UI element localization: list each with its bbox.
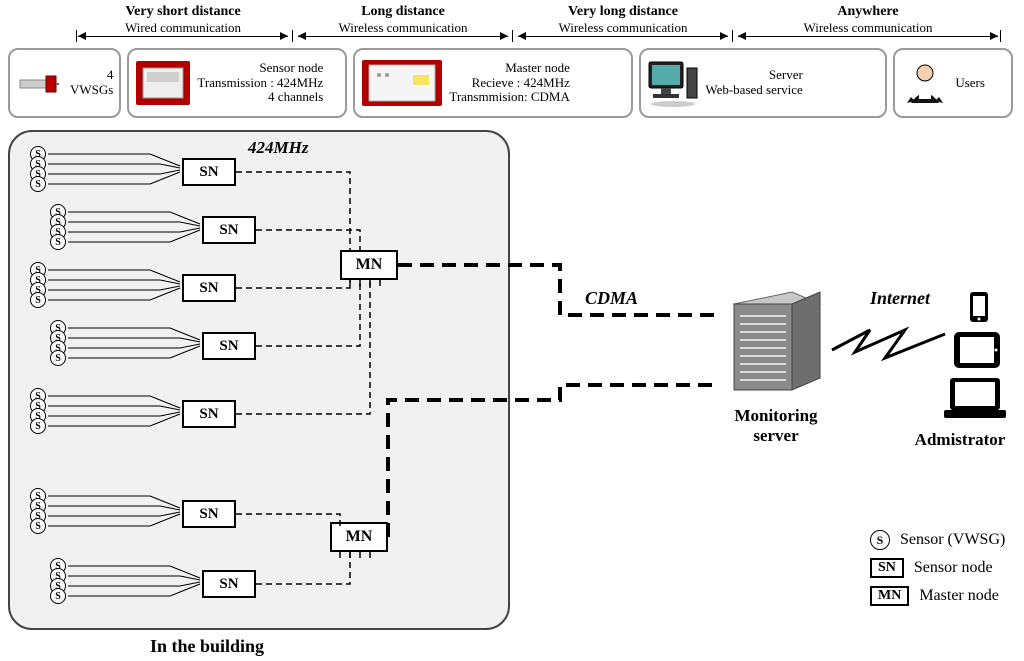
cat-arrow bbox=[738, 36, 998, 37]
sn-box: SN bbox=[182, 158, 236, 186]
cat-sub: Wireless communication bbox=[738, 20, 998, 36]
sensor-icon: S bbox=[50, 588, 66, 604]
mn-mini-icon: MN bbox=[870, 586, 909, 606]
legend-row: 4 VWSGs Sensor node Transmission : 424MH… bbox=[8, 48, 1016, 118]
sn-mini-icon: SN bbox=[870, 558, 904, 578]
sensor-icon: S bbox=[870, 530, 890, 550]
legend-box-server: Server Web-based service bbox=[639, 48, 887, 118]
legend-box-master-node: Master node Recieve : 424MHz Transmmisio… bbox=[353, 48, 633, 118]
sensor-cluster: S S S S bbox=[30, 390, 180, 434]
cat-title: Very long distance bbox=[518, 4, 728, 20]
vwsg-icon bbox=[16, 64, 59, 102]
legend-title: 4 VWSGs bbox=[70, 67, 113, 97]
sn-box: SN bbox=[202, 332, 256, 360]
cat-title: Long distance bbox=[298, 4, 508, 20]
sensor-node-photo-icon bbox=[135, 60, 191, 106]
server-label: Monitoring server bbox=[720, 406, 832, 446]
sensor-cluster: S S S S bbox=[30, 148, 180, 192]
legend-box-vwsg: 4 VWSGs bbox=[8, 48, 121, 118]
sensor-cluster: S S S S bbox=[50, 322, 200, 366]
legend-box-users: Users bbox=[893, 48, 1013, 118]
sensor-icon: S bbox=[30, 176, 46, 192]
legend-line: Web-based service bbox=[705, 82, 803, 97]
legend-label: Sensor (VWSG) bbox=[900, 531, 1005, 549]
sn-box: SN bbox=[202, 570, 256, 598]
computer-icon bbox=[647, 58, 699, 108]
cat-sub: Wireless communication bbox=[518, 20, 728, 36]
legend-box-sensor-node: Sensor node Transmission : 424MHz 4 chan… bbox=[127, 48, 347, 118]
legend-title: Users bbox=[955, 75, 985, 90]
sensor-icon: S bbox=[30, 418, 46, 434]
sensor-icon: S bbox=[30, 292, 46, 308]
cat-title: Anywhere bbox=[738, 4, 998, 20]
cat-sub: Wired communication bbox=[78, 20, 288, 36]
legend-title: Master node bbox=[505, 60, 570, 75]
sensor-icon: S bbox=[50, 350, 66, 366]
internet-label: Internet bbox=[870, 288, 930, 309]
cat-title: Very short distance bbox=[78, 4, 288, 20]
legend-label: Master node bbox=[919, 587, 999, 605]
top-categories: Very short distance Wired communication … bbox=[20, 4, 1000, 44]
cdma-label: CDMA bbox=[585, 288, 638, 309]
sensor-cluster: S S S S bbox=[30, 490, 180, 534]
legend-symbols: S Sensor (VWSG) SN Sensor node MN Master… bbox=[870, 530, 1005, 614]
legend-line: Transmission : 424MHz bbox=[197, 75, 323, 90]
mn-box: MN bbox=[340, 250, 398, 280]
mn-box: MN bbox=[330, 522, 388, 552]
master-node-photo-icon bbox=[361, 59, 443, 107]
legend-line: Recieve : 424MHz bbox=[472, 75, 570, 90]
building-area bbox=[8, 130, 510, 630]
sensor-cluster: S S S S bbox=[30, 264, 180, 308]
sensor-icon: S bbox=[30, 518, 46, 534]
admin-label: Admistrator bbox=[900, 430, 1020, 450]
cat-sub: Wireless communication bbox=[298, 20, 508, 36]
sensor-cluster: S S S S bbox=[50, 206, 200, 250]
sensor-icon: S bbox=[50, 234, 66, 250]
admin-devices bbox=[940, 290, 1010, 435]
cat-arrow bbox=[298, 36, 508, 37]
cat-arrow bbox=[518, 36, 728, 37]
sn-box: SN bbox=[182, 500, 236, 528]
legend-title: Server bbox=[769, 67, 803, 82]
freq-label: 424MHz bbox=[248, 138, 308, 158]
server-icon bbox=[720, 286, 832, 402]
legend-label: Sensor node bbox=[914, 559, 993, 577]
legend-line: Transmmision: CDMA bbox=[449, 89, 570, 104]
sn-box: SN bbox=[182, 400, 236, 428]
legend-line: 4 channels bbox=[268, 89, 323, 104]
cat-arrow bbox=[78, 36, 288, 37]
sn-box: SN bbox=[182, 274, 236, 302]
sensor-cluster: S S S S bbox=[50, 560, 200, 604]
legend-title: Sensor node bbox=[259, 60, 323, 75]
building-label: In the building bbox=[150, 636, 264, 657]
sn-box: SN bbox=[202, 216, 256, 244]
user-icon bbox=[901, 59, 949, 107]
